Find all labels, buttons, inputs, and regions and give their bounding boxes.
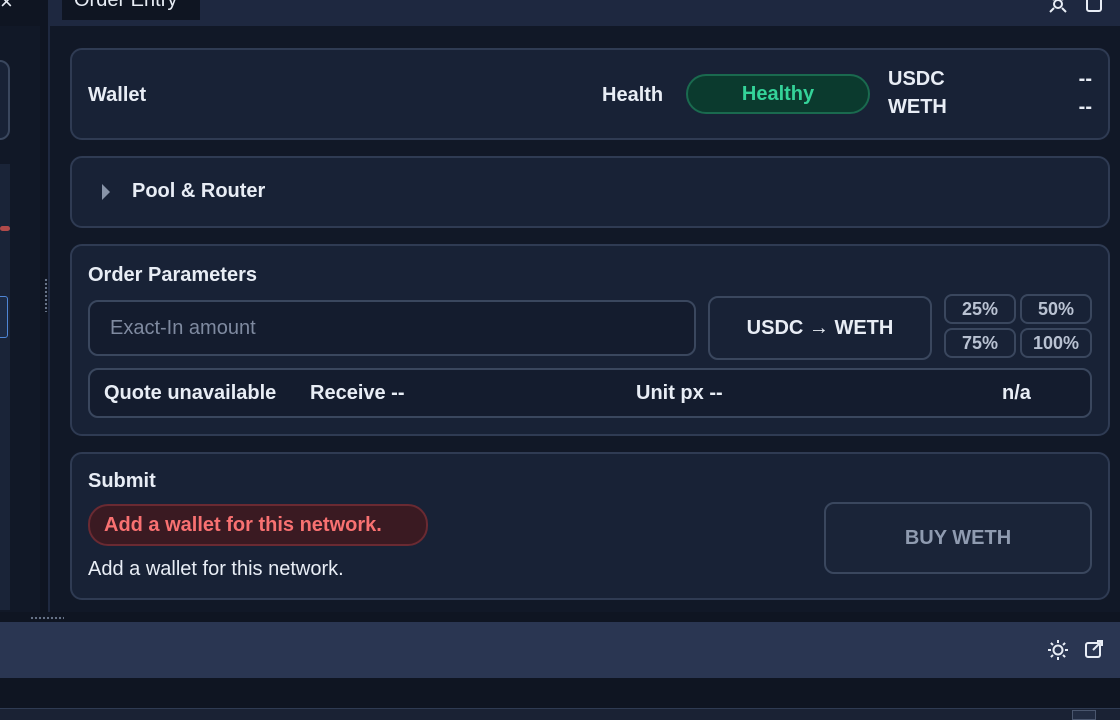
order-parameters-card: Order Parameters USDC → WETH 25% 50% 75%… (70, 244, 1110, 436)
pool-router-title[interactable]: Pool & Router (132, 180, 265, 203)
window-icon[interactable] (1084, 0, 1104, 14)
left-card[interactable] (0, 60, 10, 140)
bottom-panel-header (0, 622, 1120, 678)
buy-weth-button[interactable]: BUY WETH (824, 502, 1092, 574)
bottom-checkbox[interactable] (1072, 710, 1096, 720)
pool-router-section[interactable]: Pool & Router (70, 156, 1110, 228)
percent-25-button[interactable]: 25% (944, 294, 1016, 324)
wallet-card: Wallet Health Healthy USDC WETH -- -- (70, 48, 1110, 140)
balance-asset-weth: WETH (888, 96, 947, 118)
quote-receive: Receive -- (310, 382, 405, 404)
percent-75-button[interactable]: 75% (944, 328, 1016, 358)
health-label: Health (602, 84, 664, 106)
error-badge: Add a wallet for this network. (88, 504, 428, 546)
quote-unit-price: Unit px -- (636, 382, 723, 404)
quote-status: Quote unavailable (104, 382, 277, 404)
percent-100-button[interactable]: 100% (1020, 328, 1092, 358)
vertical-resize-handle[interactable] (44, 278, 48, 312)
sun-icon[interactable] (1046, 638, 1070, 662)
percent-50-button[interactable]: 50% (1020, 294, 1092, 324)
submit-card: Submit Add a wallet for this network. Ad… (70, 452, 1110, 600)
balance-value-usdc: -- (1078, 68, 1092, 90)
health-status-badge: Healthy (686, 74, 870, 114)
direction-toggle-button[interactable]: USDC → WETH (708, 296, 932, 360)
error-message: Add a wallet for this network. (88, 558, 344, 580)
left-panel (0, 26, 40, 612)
left-indicator (0, 226, 10, 231)
close-icon[interactable]: × (0, 0, 24, 14)
caret-right-icon[interactable] (102, 184, 110, 200)
balance-asset-usdc: USDC (888, 68, 945, 90)
balance-value-weth: -- (1078, 96, 1092, 118)
order-parameters-title: Order Parameters (88, 264, 257, 286)
crosshair-icon[interactable] (1048, 0, 1068, 14)
amount-input[interactable] (88, 300, 696, 356)
bottom-table-header (0, 708, 1120, 720)
external-link-icon[interactable] (1082, 638, 1106, 662)
order-entry-panel: Wallet Health Healthy USDC WETH -- -- Po… (50, 26, 1120, 612)
left-selected-item[interactable] (0, 296, 8, 338)
horizontal-resize-handle[interactable] (30, 616, 64, 620)
quote-na: n/a (1002, 382, 1031, 404)
quote-row: Quote unavailable Receive -- Unit px -- … (88, 368, 1092, 418)
panel-header: Order Entry (50, 0, 1120, 26)
panel-tab-order-entry[interactable]: Order Entry (62, 0, 200, 20)
submit-title: Submit (88, 470, 156, 492)
wallet-title: Wallet (88, 84, 147, 106)
